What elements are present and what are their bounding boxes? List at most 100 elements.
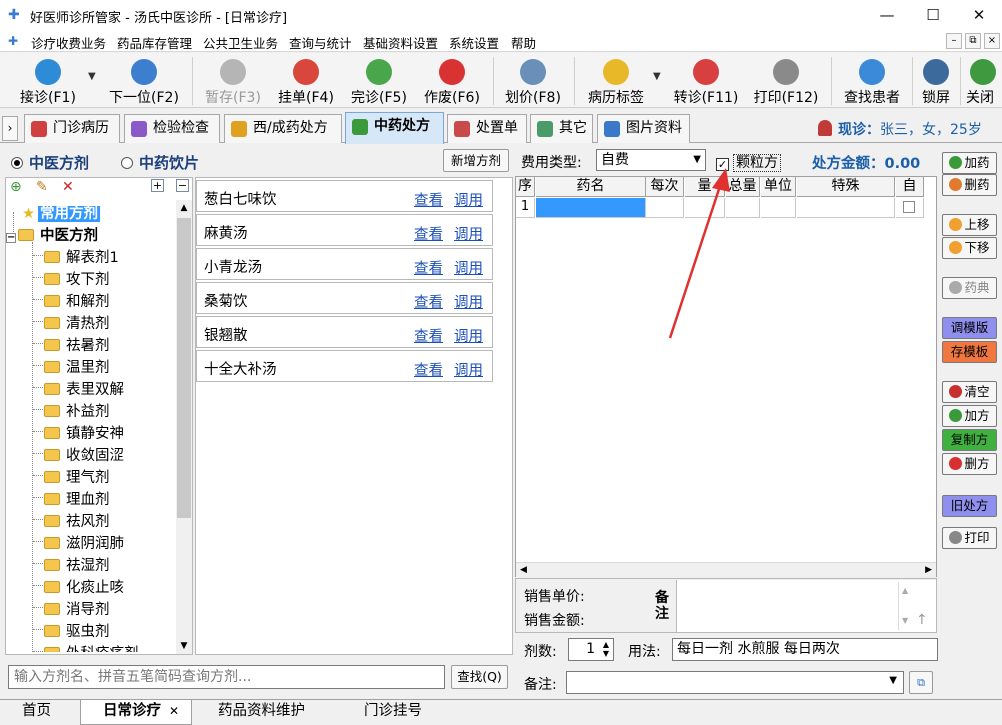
add-prescription-button[interactable]: 加方 [942, 405, 997, 427]
mdi-close-button[interactable]: × [984, 33, 1000, 49]
tree-node-category[interactable]: 表里双解 [44, 378, 124, 399]
use-formula-link[interactable]: 调用 [454, 257, 483, 278]
grid-column-header[interactable]: 序 [516, 177, 535, 197]
menu-help[interactable]: 帮助 [511, 33, 536, 52]
self-pay-checkbox[interactable] [896, 198, 924, 218]
remark-select[interactable]: ▼ [566, 671, 904, 694]
tree-node-category[interactable]: 和解剂 [44, 290, 110, 311]
usage-input[interactable]: 每日一剂 水煎服 每日两次 [672, 638, 938, 661]
reception-button[interactable]: 接诊(F1) [8, 53, 88, 108]
use-formula-link[interactable]: 调用 [454, 223, 483, 244]
add-node-icon[interactable]: ⊕ [10, 179, 22, 195]
referral-button[interactable]: 转诊(F11) [668, 53, 744, 108]
stepper-arrows-icon[interactable]: ▲ ▼ [603, 640, 609, 658]
radio-tcm-formula[interactable]: 中医方剂 [11, 152, 89, 173]
mdi-restore-button[interactable]: ⧉ [965, 33, 981, 49]
move-down-button[interactable]: 下移 [942, 237, 997, 259]
close-button[interactable]: ✕ [956, 0, 1002, 30]
tab-images[interactable]: 图片资料 [597, 114, 690, 143]
view-formula-link[interactable]: 查看 [414, 223, 443, 244]
tree-node-category[interactable]: 温里剂 [44, 356, 110, 377]
move-up-button[interactable]: 上移 [942, 214, 997, 236]
maximize-button[interactable]: ☐ [910, 0, 956, 30]
lock-screen-button[interactable]: 锁屏 [916, 53, 956, 108]
menu-public-health[interactable]: 公共卫生业务 [203, 33, 278, 52]
menu-basic-data[interactable]: 基础资料设置 [363, 33, 438, 52]
grid-column-header[interactable]: 特殊 [797, 177, 895, 197]
scroll-down-icon[interactable]: ▼ [176, 638, 192, 654]
tab-western-medicine[interactable]: 西/成药处方 [224, 114, 342, 143]
view-formula-link[interactable]: 查看 [414, 257, 443, 278]
void-button[interactable]: 作废(F6) [418, 53, 486, 108]
minimize-button[interactable]: — [864, 0, 910, 30]
load-template-button[interactable]: 调模版 [942, 317, 997, 339]
tree-node-category[interactable]: 攻下剂 [44, 268, 110, 289]
add-formula-button[interactable]: 新增方剂 [443, 149, 509, 172]
radio-herb-pieces[interactable]: 中药饮片 [121, 152, 199, 173]
tab-clinic-record[interactable]: 门诊病历 [24, 114, 120, 143]
print-prescription-button[interactable]: 打印 [942, 527, 997, 549]
delete-prescription-button[interactable]: 删方 [942, 453, 997, 475]
menu-query-stats[interactable]: 查询与统计 [289, 33, 352, 52]
clear-button[interactable]: 清空 [942, 381, 997, 403]
herb-name-cell[interactable] [536, 198, 646, 218]
tree-node-category[interactable]: 祛风剂 [44, 510, 110, 531]
pricing-button[interactable]: 划价(F8) [498, 53, 568, 108]
tab-tcm-prescription[interactable]: 中药处方 [345, 112, 444, 144]
note-textarea[interactable] [676, 580, 936, 632]
hold-button[interactable]: 暂存(F3) [198, 53, 268, 108]
grid-cell[interactable] [797, 198, 895, 218]
collapse-all-icon[interactable]: − [176, 179, 189, 192]
doses-stepper[interactable]: 1 ▲ ▼ [568, 638, 614, 661]
find-patient-button[interactable]: 查找患者 [838, 53, 906, 108]
delete-herb-button[interactable]: 删药 [942, 174, 997, 196]
reception-dropdown-icon[interactable]: ▼ [88, 71, 98, 82]
menu-clinic-billing[interactable]: 诊疗收费业务 [31, 33, 106, 52]
record-tag-dropdown-icon[interactable]: ▼ [653, 71, 663, 82]
bottom-tab-home[interactable]: 首页 [0, 700, 80, 725]
bottom-tab-daily-clinic[interactable]: 日常诊疗 ✕ [80, 700, 192, 725]
next-patient-button[interactable]: 下一位(F2) [102, 53, 186, 108]
grid-cell[interactable] [761, 198, 796, 218]
tree-node-category[interactable]: 解表剂1 [44, 246, 119, 267]
copy-prescription-button[interactable]: 复制方 [942, 429, 997, 451]
grid-horizontal-scrollbar[interactable]: ◀ ▶ [516, 562, 936, 578]
tree-node-category[interactable]: 驱虫剂 [44, 620, 110, 641]
formula-search-input[interactable]: 输入方剂名、拼音五笔简码查询方剂... [8, 665, 445, 689]
edit-node-icon[interactable]: ✎ [36, 179, 48, 195]
scroll-right-icon[interactable]: ▶ [925, 565, 932, 575]
tree-node-category[interactable]: 理血剂 [44, 488, 110, 509]
mdi-minimize-button[interactable]: – [946, 33, 962, 49]
tree-node-category[interactable]: 理气剂 [44, 466, 110, 487]
old-prescription-button[interactable]: 旧处方 [942, 495, 997, 517]
view-formula-link[interactable]: 查看 [414, 189, 443, 210]
tab-lab-tests[interactable]: 检验检查 [124, 114, 220, 143]
grid-column-header[interactable]: 单位 [761, 177, 796, 197]
grid-column-header[interactable]: 自 [896, 177, 924, 197]
menu-system-settings[interactable]: 系统设置 [449, 33, 499, 52]
hang-order-button[interactable]: 挂单(F4) [272, 53, 340, 108]
find-button[interactable]: 查找(Q) [451, 665, 508, 689]
close-tab-icon[interactable]: ✕ [169, 700, 179, 722]
tree-node-category[interactable]: 祛暑剂 [44, 334, 110, 355]
tree-node-category[interactable]: 镇静安神 [44, 422, 124, 443]
view-formula-link[interactable]: 查看 [414, 291, 443, 312]
grid-column-header[interactable]: 药名 [536, 177, 646, 197]
remark-picker-icon[interactable]: ⧉ [909, 671, 933, 694]
scroll-left-icon[interactable]: ◀ [520, 565, 527, 575]
tree-node-tcm-root[interactable]: − 中医方剂 [6, 224, 98, 245]
delete-node-icon[interactable]: ✕ [62, 179, 74, 195]
tree-node-favorites[interactable]: ★ 常用方剂 [22, 202, 100, 223]
tree-node-category[interactable]: 滋阴润肺 [44, 532, 124, 553]
exit-button[interactable]: 关闭 [966, 53, 1000, 108]
scroll-up-icon[interactable]: ▲ [176, 200, 192, 216]
tree-node-category[interactable]: 收敛固涩 [44, 444, 124, 465]
use-formula-link[interactable]: 调用 [454, 189, 483, 210]
tree-node-category[interactable]: 清热剂 [44, 312, 110, 333]
save-template-button[interactable]: 存模板 [942, 341, 997, 363]
tree-scrollbar[interactable]: ▲ ▼ [176, 200, 192, 654]
bottom-tab-registration[interactable]: 门诊挂号 [342, 700, 452, 725]
tree-node-category[interactable]: 补益剂 [44, 400, 110, 421]
tree-node-category[interactable]: 祛湿剂 [44, 554, 110, 575]
tree-node-category[interactable]: 外科疮疡剂 [44, 642, 139, 652]
